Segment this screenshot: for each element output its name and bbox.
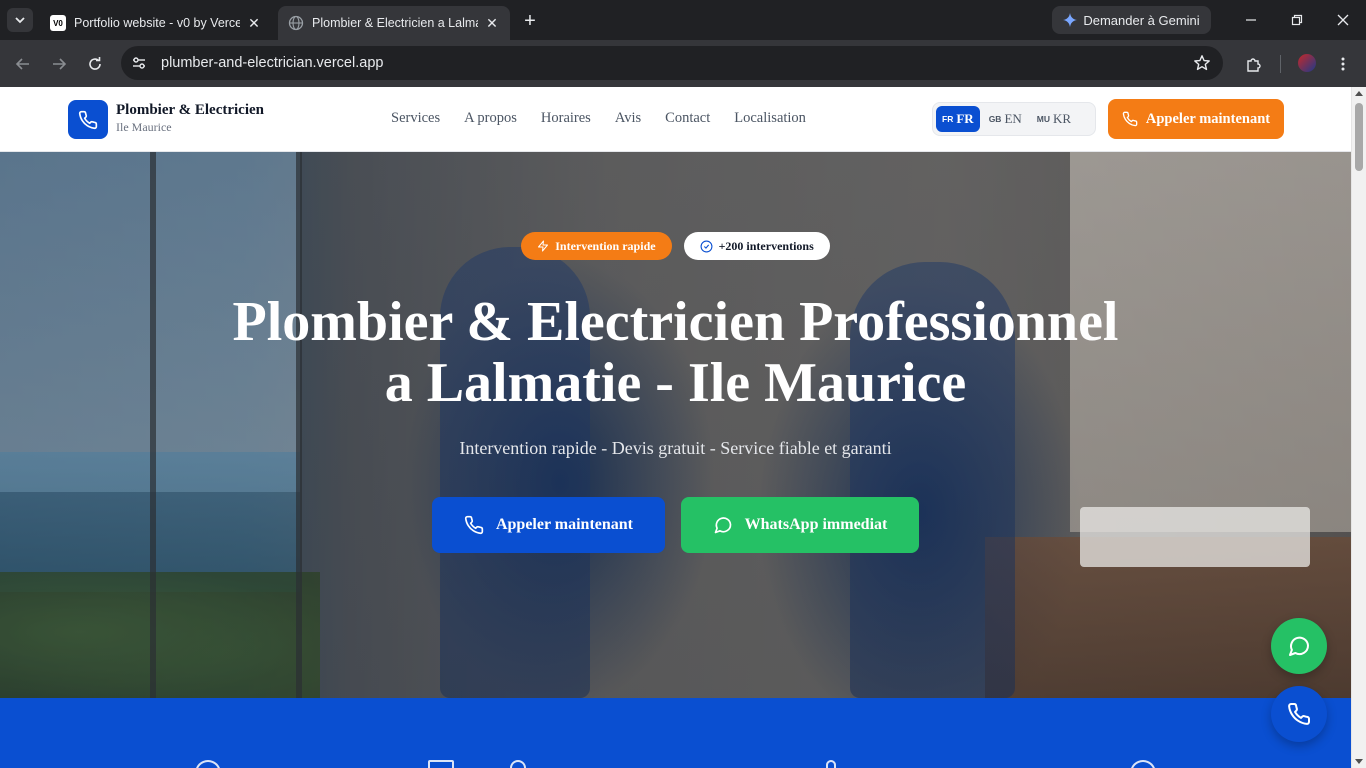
lightning-icon — [538, 240, 549, 252]
toolbar-divider — [1280, 55, 1281, 73]
globe-icon — [288, 15, 304, 31]
lang-label: FR — [956, 111, 974, 126]
lang-label: EN — [1004, 111, 1022, 126]
flag-code: FR — [942, 114, 954, 124]
flag-code: GB — [988, 114, 1002, 124]
nav-link-contact[interactable]: Contact — [665, 110, 710, 127]
minimize-icon — [1246, 19, 1256, 21]
browser-menu-button[interactable] — [1329, 50, 1357, 78]
scroll-up-arrow-icon[interactable] — [1355, 91, 1363, 96]
hero-title: Plombier & Electricien Professionnel a L… — [0, 292, 1351, 414]
header-call-button[interactable]: Appeler maintenant — [1108, 99, 1284, 139]
lang-label: KR — [1053, 111, 1072, 126]
hero-whatsapp-button[interactable]: WhatsApp immediat — [681, 497, 919, 553]
browser-toolbar: plumber-and-electrician.vercel.app — [0, 40, 1366, 87]
gemini-label: Demander à Gemini — [1083, 12, 1200, 28]
stats-band — [0, 698, 1351, 768]
chat-bubble-icon — [1289, 636, 1310, 656]
chevron-down-icon — [15, 17, 25, 24]
hero-badges: Intervention rapide +200 interventions — [0, 232, 1351, 260]
url-text: plumber-and-electrician.vercel.app — [161, 55, 384, 71]
forward-button[interactable] — [45, 50, 73, 78]
hero-title-line1: Plombier & Electricien Professionnel — [232, 291, 1119, 353]
flag-code: MU — [1036, 114, 1051, 124]
brand-name: Plombier & Electricien — [116, 102, 265, 118]
stat-icon — [826, 760, 836, 768]
badge-intervention-rapide: Intervention rapide — [521, 232, 672, 260]
phone-icon — [78, 110, 98, 129]
main-nav: Services A propos Horaires Avis Contact … — [391, 110, 806, 127]
hero-bg-trees — [0, 572, 320, 698]
stat-icon — [195, 760, 221, 768]
badge-label: +200 interventions — [718, 238, 814, 253]
tab-title: Portfolio website - v0 by Vercel — [74, 16, 240, 30]
gemini-sparkle-icon — [1063, 13, 1078, 27]
check-circle-icon — [700, 240, 713, 252]
back-button[interactable] — [9, 50, 37, 78]
browser-tabstrip: V0 Portfolio website - v0 by Vercel ✕ Pl… — [0, 0, 1366, 40]
hero-cta-row: Appeler maintenant WhatsApp immediat — [0, 497, 1351, 553]
gemini-button[interactable]: Demander à Gemini — [1052, 6, 1211, 34]
reload-icon — [89, 57, 101, 70]
more-vertical-icon — [1341, 57, 1345, 71]
badge-interventions-count: +200 interventions — [683, 232, 830, 260]
floating-call-button[interactable] — [1271, 686, 1327, 742]
chat-bubble-icon — [714, 517, 731, 534]
puzzle-icon — [1247, 58, 1261, 72]
site-settings-icon[interactable] — [124, 50, 154, 76]
v0-icon: V0 — [50, 15, 66, 31]
hero-whatsapp-label: WhatsApp immediat — [744, 516, 888, 533]
lang-button-fr[interactable]: FR FR — [936, 106, 980, 132]
lang-button-en[interactable]: GB EN — [983, 106, 1028, 132]
bookmark-star-icon[interactable] — [1191, 52, 1213, 74]
nav-link-localisation[interactable]: Localisation — [734, 110, 806, 127]
brand-subtitle: Ile Maurice — [116, 120, 172, 134]
new-tab-button[interactable]: + — [519, 10, 541, 32]
language-switcher: FR FR GB EN MU KR — [932, 102, 1096, 136]
lang-button-kr[interactable]: MU KR — [1031, 106, 1077, 132]
nav-link-a-propos[interactable]: A propos — [464, 110, 517, 127]
stat-icon — [1130, 760, 1156, 768]
extensions-button[interactable] — [1240, 50, 1268, 78]
header-call-label: Appeler maintenant — [1145, 110, 1271, 127]
address-bar[interactable]: plumber-and-electrician.vercel.app — [121, 46, 1223, 80]
phone-icon — [1122, 111, 1138, 127]
stat-icon — [428, 760, 454, 768]
nav-link-horaires[interactable]: Horaires — [541, 110, 591, 127]
scrollbar-thumb[interactable] — [1355, 103, 1363, 171]
hero-subtitle: Intervention rapide - Devis gratuit - Se… — [459, 438, 892, 458]
hero-section: Intervention rapide +200 interventions P… — [0, 152, 1351, 698]
phone-icon — [464, 515, 484, 535]
tab-title: Plombier & Electricien a Lalmatie — [312, 16, 478, 30]
hero-call-button[interactable]: Appeler maintenant — [432, 497, 665, 553]
restore-button[interactable] — [1285, 8, 1309, 32]
badge-label: Intervention rapide — [555, 238, 656, 253]
profile-avatar[interactable] — [1296, 52, 1318, 74]
phone-icon — [1288, 702, 1311, 725]
close-icon[interactable]: ✕ — [484, 15, 500, 31]
nav-link-services[interactable]: Services — [391, 110, 440, 127]
tab-search-button[interactable] — [7, 8, 33, 32]
page-scrollbar[interactable] — [1351, 87, 1366, 768]
scroll-down-arrow-icon[interactable] — [1355, 759, 1363, 764]
nav-link-avis[interactable]: Avis — [615, 110, 641, 127]
site-header: Plombier & Electricien Ile Maurice Servi… — [0, 87, 1351, 152]
hero-title-line2: a Lalmatie - Ile Maurice — [384, 352, 967, 414]
reload-button[interactable] — [81, 50, 109, 78]
arrow-right-icon — [53, 58, 67, 70]
floating-whatsapp-button[interactable] — [1271, 618, 1327, 674]
minimize-button[interactable] — [1239, 8, 1263, 32]
hero-call-label: Appeler maintenant — [495, 516, 634, 533]
stat-icon — [510, 760, 526, 768]
browser-tab-active[interactable]: Plombier & Electricien a Lalmatie ✕ — [278, 6, 510, 40]
restore-icon — [1291, 14, 1303, 26]
close-icon[interactable]: ✕ — [246, 15, 262, 31]
browser-tab[interactable]: V0 Portfolio website - v0 by Vercel ✕ — [40, 6, 272, 40]
window-close-button[interactable] — [1331, 8, 1355, 32]
close-icon — [1337, 14, 1349, 26]
page-viewport: Plombier & Electricien Ile Maurice Servi… — [0, 87, 1366, 768]
logo[interactable] — [68, 100, 108, 139]
arrow-left-icon — [15, 58, 29, 70]
